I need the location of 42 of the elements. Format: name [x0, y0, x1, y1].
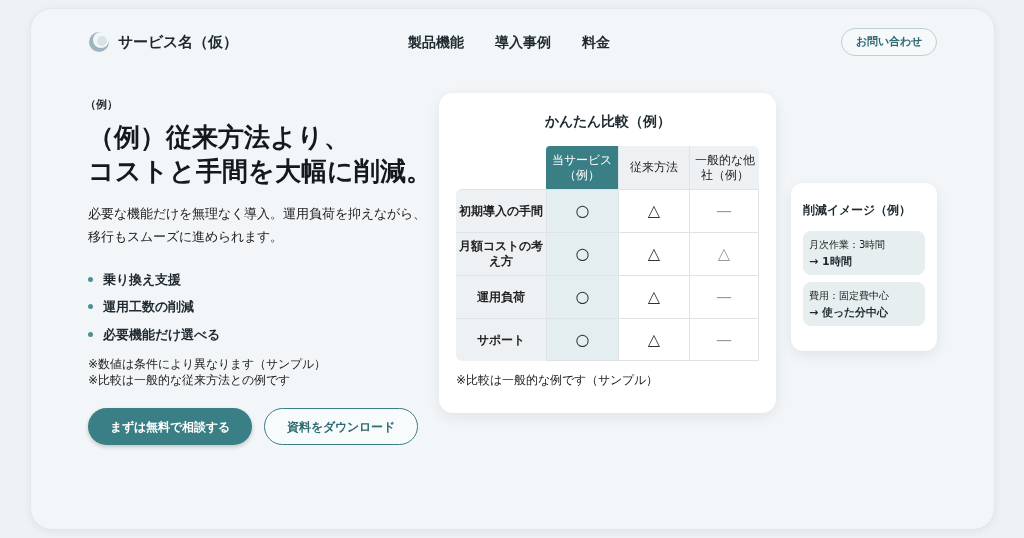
reduction-title: 削減イメージ（例） [803, 202, 912, 219]
logo-icon [88, 31, 110, 53]
table-cell: △ [618, 318, 689, 361]
table-cell: ○ [546, 318, 618, 361]
contact-button[interactable]: お問い合わせ [841, 28, 937, 56]
description: 必要な機能だけを無理なく導入。運用負荷を抑えながら、 移行もスムーズに進められます。 [88, 204, 427, 246]
before-text: 月次作業：3時間 [809, 238, 887, 252]
note-text: ※比較は一般的な従来方法との例です [88, 372, 292, 388]
table-cell: △ [618, 232, 689, 275]
table-cell: △ [689, 232, 759, 275]
comparison-title: かんたん比較（例） [543, 112, 672, 131]
nav-link[interactable]: 製品機能 [408, 31, 464, 53]
table-cell: ○ [546, 275, 618, 318]
comparison-footnote: ※比較は一般的な例です（サンプル） [456, 372, 660, 389]
table-cell: ○ [546, 232, 618, 275]
table-cell: △ [618, 189, 689, 232]
row-header: サポート [456, 318, 546, 361]
row-header: 運用負荷 [456, 275, 546, 318]
table-cell: — [689, 275, 759, 318]
feature-bullet: 運用工数の削減 [103, 298, 194, 316]
logo-text: サービス名（仮） [118, 31, 238, 53]
headline: （例）従来方法より、 コストと手間を大幅に削減。 [88, 120, 433, 188]
after-text: → 使った分中心 [809, 305, 890, 321]
eyebrow-label: （例） [85, 97, 119, 113]
note-text: ※数値は条件により異なります（サンプル） [88, 356, 328, 372]
download-button[interactable]: 資料をダウンロード [264, 408, 418, 445]
table-cell: △ [618, 275, 689, 318]
row-header: 月額コストの考え方 [456, 232, 546, 275]
table-cell: — [689, 318, 759, 361]
consult-button[interactable]: まずは無料で相談する [88, 408, 252, 445]
table-cell: ○ [546, 189, 618, 232]
column-header: 従来方法 [618, 146, 689, 189]
after-text: → 1時間 [809, 254, 853, 270]
nav-link[interactable]: 料金 [582, 31, 610, 53]
column-header: 一般的な他社（例） [689, 146, 759, 189]
table-cell: — [689, 189, 759, 232]
nav-link[interactable]: 導入事例 [495, 31, 551, 53]
before-text: 費用：固定費中心 [809, 289, 890, 303]
column-header: 当サービス（例） [546, 146, 618, 189]
row-header: 初期導入の手間 [456, 189, 546, 232]
feature-bullet: 必要機能だけ選べる [103, 325, 220, 344]
feature-bullet: 乗り換え支援 [103, 270, 181, 289]
